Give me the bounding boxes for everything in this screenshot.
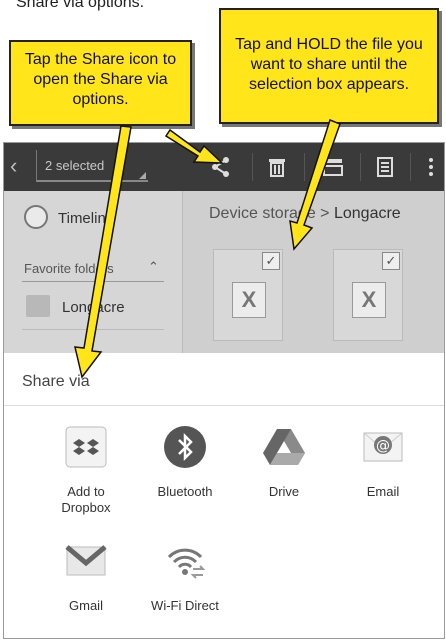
breadcrumb-current: Longacre (333, 205, 401, 222)
sidebar-item-longacre[interactable]: Longacre (62, 299, 125, 316)
divider (22, 329, 164, 330)
breadcrumb-separator: > (320, 205, 330, 222)
breadcrumb-root[interactable]: Device storage (209, 205, 316, 222)
file-tile[interactable]: ✓ X (213, 249, 283, 341)
share-app-wifi-direct[interactable]: Wi-Fi Direct (140, 539, 230, 614)
action-separator (252, 153, 253, 181)
dropbox-icon (65, 426, 107, 468)
sidebar-item-timeline[interactable]: Timeline (58, 210, 114, 227)
checkbox-checked[interactable]: ✓ (382, 252, 400, 270)
delete-icon[interactable] (266, 156, 288, 178)
excel-file-icon: X (232, 282, 266, 318)
folder-icon (26, 295, 50, 317)
share-via-sheet: Share via Add to Dropbox Bluetooth Drive (4, 353, 444, 638)
divider (22, 281, 164, 282)
bluetooth-icon (164, 426, 206, 468)
back-chevron-icon[interactable]: ‹ (10, 155, 17, 177)
top-caption: Share via options. (16, 0, 145, 11)
favorites-header: Favorite folders (24, 261, 114, 276)
divider (4, 405, 444, 406)
action-separator (410, 153, 411, 181)
app-label: Gmail (69, 598, 103, 613)
copy-icon[interactable] (374, 156, 396, 178)
share-sheet-title: Share via (22, 373, 90, 390)
callout-hold-instruction: Tap and HOLD the file you want to share … (219, 8, 439, 124)
share-app-drive[interactable]: Drive (239, 425, 329, 500)
share-app-bluetooth[interactable]: Bluetooth (140, 425, 230, 500)
share-icon[interactable] (210, 156, 232, 178)
selection-count-label: 2 selected (45, 158, 105, 173)
action-separator (360, 153, 361, 181)
dropdown-corner-icon (139, 172, 146, 179)
tablet-screen: ‹ 2 selected Timeline Favorite folders ⌃… (3, 142, 445, 639)
svg-text:@: @ (376, 438, 390, 454)
app-label: Add to Dropbox (61, 484, 111, 515)
overflow-menu-icon[interactable] (420, 156, 442, 178)
share-app-gmail[interactable]: Gmail (41, 539, 131, 614)
share-app-dropbox[interactable]: Add to Dropbox (41, 425, 131, 516)
app-label: Email (366, 484, 400, 499)
checkbox-checked[interactable]: ✓ (262, 252, 280, 270)
app-label: Wi-Fi Direct (151, 598, 219, 613)
action-separator (304, 153, 305, 181)
callout-share-instruction: Tap the Share icon to open the Share via… (9, 40, 192, 126)
file-tile[interactable]: ✓ X (333, 249, 403, 341)
collapse-chevron-icon[interactable]: ⌃ (148, 259, 159, 275)
drive-icon (263, 429, 305, 465)
wifi-direct-icon (167, 548, 206, 579)
gmail-icon (65, 545, 107, 576)
breadcrumb: Device storage > Longacre (209, 205, 401, 223)
app-label: Drive (268, 484, 300, 499)
action-bar: ‹ 2 selected (4, 143, 444, 191)
move-icon[interactable] (322, 156, 344, 178)
email-icon: @ (363, 432, 403, 462)
app-label: Bluetooth (157, 484, 213, 499)
selection-count-dropdown[interactable]: 2 selected (36, 150, 148, 182)
timeline-clock-icon (24, 205, 48, 229)
excel-file-icon: X (352, 282, 386, 318)
share-app-email[interactable]: @ Email (338, 425, 428, 500)
